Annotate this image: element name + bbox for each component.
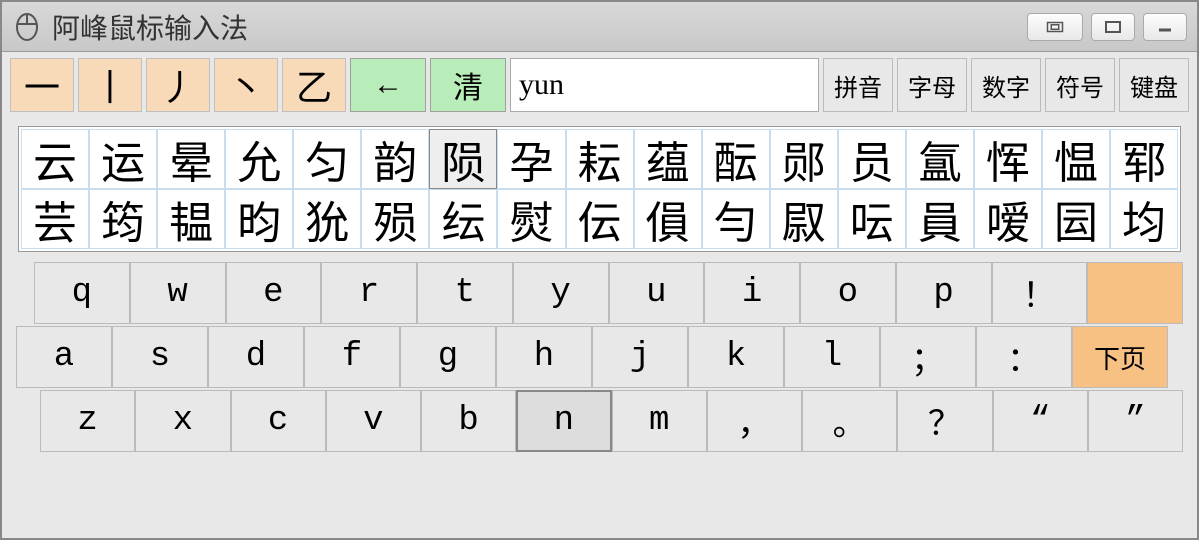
key-i[interactable]: i [704, 262, 800, 324]
maximize-button[interactable] [1091, 13, 1135, 41]
stroke-shu-button[interactable]: 丨 [78, 58, 142, 112]
stroke-zhe-button[interactable]: 乙 [282, 58, 346, 112]
candidate-cell[interactable]: 晕 [157, 129, 225, 189]
keyboard-row-1: q w e r t y u i o p ！ [16, 262, 1183, 324]
key-semicolon[interactable]: ； [880, 326, 976, 388]
stroke-dian-button[interactable]: 丶 [214, 58, 278, 112]
key-t[interactable]: t [417, 262, 513, 324]
key-f[interactable]: f [304, 326, 400, 388]
key-exclaim[interactable]: ！ [992, 262, 1088, 324]
candidate-cell[interactable]: 耘 [566, 129, 634, 189]
key-j[interactable]: j [592, 326, 688, 388]
candidate-cell[interactable]: 狁 [293, 189, 361, 249]
key-r[interactable]: r [321, 262, 417, 324]
key-m[interactable]: m [612, 390, 707, 452]
candidate-cell[interactable]: 运 [89, 129, 157, 189]
stroke-heng-button[interactable]: 一 [10, 58, 74, 112]
stroke-pie-button[interactable]: 丿 [146, 58, 210, 112]
key-e[interactable]: e [226, 262, 322, 324]
candidate-cell[interactable]: 呍 [838, 189, 906, 249]
pinyin-input[interactable] [510, 58, 819, 112]
key-quote-open[interactable]: “ [993, 390, 1088, 452]
key-s[interactable]: s [112, 326, 208, 388]
candidate-cell[interactable]: 昀 [225, 189, 293, 249]
window-controls [1027, 13, 1187, 41]
clear-button[interactable]: 清 [430, 58, 506, 112]
key-period[interactable]: 。 [802, 390, 897, 452]
minimize-button[interactable] [1143, 13, 1187, 41]
candidate-cell[interactable]: 韫 [157, 189, 225, 249]
key-l[interactable]: l [784, 326, 880, 388]
candidate-cell[interactable]: 允 [225, 129, 293, 189]
app-icon [12, 12, 42, 42]
candidate-cell[interactable]: 傊 [634, 189, 702, 249]
candidate-cell[interactable]: 匀 [293, 129, 361, 189]
key-comma[interactable]: ， [707, 390, 802, 452]
keyboard-row-3: z x c v b n m ， 。 ？ “ ” [16, 390, 1183, 452]
key-blank-orange[interactable] [1087, 262, 1183, 324]
app-title: 阿峰鼠标输入法 [52, 7, 1027, 47]
key-g[interactable]: g [400, 326, 496, 388]
candidate-cell[interactable]: 叞 [770, 189, 838, 249]
candidate-cell[interactable]: 筠 [89, 189, 157, 249]
candidate-cell[interactable]: 熨 [497, 189, 565, 249]
key-h[interactable]: h [496, 326, 592, 388]
key-question[interactable]: ？ [897, 390, 992, 452]
key-c[interactable]: c [231, 390, 326, 452]
key-d[interactable]: d [208, 326, 304, 388]
candidate-cell[interactable]: 氲 [906, 129, 974, 189]
candidate-cell[interactable]: 郓 [1110, 129, 1178, 189]
mode-pinyin-button[interactable]: 拼音 [823, 58, 893, 112]
candidate-cell[interactable]: 員 [906, 189, 974, 249]
candidate-cell[interactable]: 勻 [702, 189, 770, 249]
candidate-cell[interactable]: 孕 [497, 129, 565, 189]
key-o[interactable]: o [800, 262, 896, 324]
key-w[interactable]: w [130, 262, 226, 324]
fullscreen-button[interactable] [1027, 13, 1083, 41]
key-b[interactable]: b [421, 390, 516, 452]
key-k[interactable]: k [688, 326, 784, 388]
key-q[interactable]: q [34, 262, 130, 324]
candidate-cell[interactable]: 均 [1110, 189, 1178, 249]
toolbar: 一 丨 丿 丶 乙 ← 清 拼音 字母 数字 符号 键盘 [2, 52, 1197, 118]
candidate-cell[interactable]: 郧 [770, 129, 838, 189]
titlebar: 阿峰鼠标输入法 [2, 2, 1197, 52]
candidate-cell[interactable]: 员 [838, 129, 906, 189]
candidate-row-1: 云 运 晕 允 匀 韵 陨 孕 耘 蕴 酝 郧 员 氲 恽 愠 郓 [21, 129, 1178, 189]
key-z[interactable]: z [40, 390, 135, 452]
key-n[interactable]: n [516, 390, 611, 452]
onscreen-keyboard: q w e r t y u i o p ！ a s d f g h j k l … [2, 258, 1197, 462]
candidate-cell[interactable]: 韵 [361, 129, 429, 189]
candidate-cell[interactable]: 囩 [1042, 189, 1110, 249]
key-p[interactable]: p [896, 262, 992, 324]
key-y[interactable]: y [513, 262, 609, 324]
candidate-cell[interactable]: 芸 [21, 189, 89, 249]
candidate-cell[interactable]: 陨 [429, 129, 497, 189]
candidate-cell[interactable]: 恽 [974, 129, 1042, 189]
candidate-row-2: 芸 筠 韫 昀 狁 殒 纭 熨 伝 傊 勻 叞 呍 員 嗳 囩 均 [21, 189, 1178, 249]
key-v[interactable]: v [326, 390, 421, 452]
mode-number-button[interactable]: 数字 [971, 58, 1041, 112]
candidate-cell[interactable]: 酝 [702, 129, 770, 189]
key-colon[interactable]: ： [976, 326, 1072, 388]
candidate-cell[interactable]: 愠 [1042, 129, 1110, 189]
mode-symbol-button[interactable]: 符号 [1045, 58, 1115, 112]
key-next-page[interactable]: 下页 [1072, 326, 1168, 388]
mode-keyboard-button[interactable]: 键盘 [1119, 58, 1189, 112]
key-u[interactable]: u [609, 262, 705, 324]
candidate-cell[interactable]: 伝 [566, 189, 634, 249]
key-quote-close[interactable]: ” [1088, 390, 1183, 452]
app-window: 阿峰鼠标输入法 一 丨 丿 丶 乙 ← 清 拼音 字母 数字 符号 键盘 云 [0, 0, 1199, 540]
key-x[interactable]: x [135, 390, 230, 452]
candidate-cell[interactable]: 嗳 [974, 189, 1042, 249]
candidate-cell[interactable]: 殒 [361, 189, 429, 249]
candidate-cell[interactable]: 蕴 [634, 129, 702, 189]
mode-letter-button[interactable]: 字母 [897, 58, 967, 112]
candidate-cell[interactable]: 云 [21, 129, 89, 189]
backspace-button[interactable]: ← [350, 58, 426, 112]
keyboard-row-2: a s d f g h j k l ； ： 下页 [16, 326, 1183, 388]
candidate-panel: 云 运 晕 允 匀 韵 陨 孕 耘 蕴 酝 郧 员 氲 恽 愠 郓 芸 筠 韫 … [18, 126, 1181, 252]
candidate-cell[interactable]: 纭 [429, 189, 497, 249]
key-a[interactable]: a [16, 326, 112, 388]
